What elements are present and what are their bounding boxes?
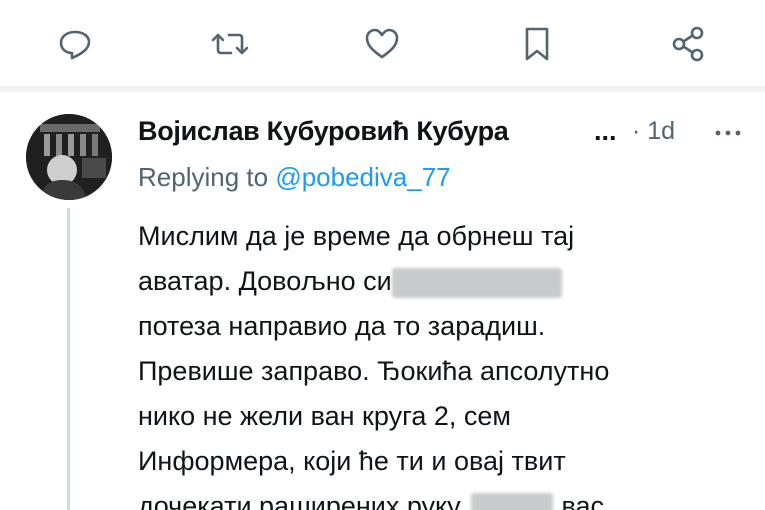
avatar[interactable]	[26, 114, 112, 200]
tweet-view: Војислав Кубуровић Кубура ... · 1d Reply…	[0, 0, 765, 510]
reply-button[interactable]	[53, 22, 97, 66]
retweet-button[interactable]	[208, 22, 252, 66]
reply-tweet[interactable]: Војислав Кубуровић Кубура ... · 1d Reply…	[0, 92, 765, 510]
tweet-text-segment: вас	[561, 491, 605, 510]
replying-handle[interactable]: @pobediva_77	[275, 162, 450, 192]
tweet-text-line: нико не жели ван круга 2, сем	[138, 401, 511, 431]
replying-to: Replying to @pobediva_77	[138, 162, 451, 193]
tweet-text: Мислим да је време да обрнеш тај аватар.…	[138, 214, 758, 510]
name-truncation: ...	[594, 116, 617, 146]
redacted-text	[471, 492, 554, 510]
tweet-text-line: Информера, који ће ти и овај твит	[138, 446, 566, 476]
redacted-text	[391, 267, 562, 298]
retweet-icon	[211, 33, 249, 55]
tweet-text-line: дочекати раширених руку, вас	[138, 484, 758, 510]
tweet-timestamp[interactable]: · 1d	[632, 117, 675, 146]
bookmark-button[interactable]	[515, 22, 559, 66]
tweet-text-segment: аватар. Довољно си	[138, 266, 392, 296]
author-name[interactable]: Војислав Кубуровић Кубура	[138, 116, 509, 147]
tweet-text-line: Превише заправо. Ђокића апсолутно	[138, 356, 610, 386]
bookmark-icon	[525, 27, 549, 61]
like-button[interactable]	[360, 22, 404, 66]
tweet-header: Војислав Кубуровић Кубура ... · 1d	[138, 116, 748, 156]
thread-line	[67, 208, 70, 510]
reply-icon	[59, 30, 91, 60]
like-icon	[365, 28, 399, 59]
tweet-text-line: потеза направио да то зарадиш.	[138, 311, 546, 341]
replying-prefix: Replying to	[138, 162, 276, 192]
tweet-text-line: Мислим да је време да обрнеш тај	[138, 221, 575, 251]
tweet-text-segment: дочекати раширених руку,	[138, 491, 466, 510]
share-button[interactable]	[666, 22, 710, 66]
more-options-icon[interactable]	[713, 118, 743, 148]
tweet-text-line: аватар. Довољно си	[138, 259, 758, 304]
tweet-action-bar	[0, 0, 765, 86]
share-icon	[672, 26, 704, 62]
